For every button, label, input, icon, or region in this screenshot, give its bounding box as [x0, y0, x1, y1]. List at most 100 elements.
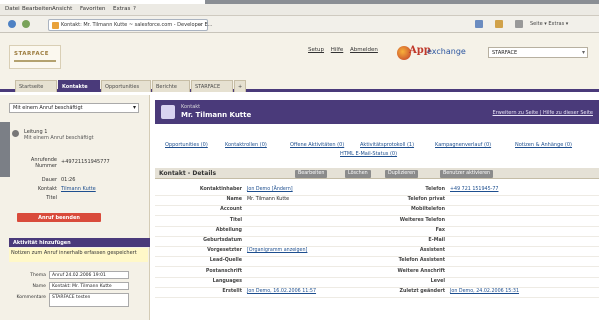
record-name: Mr. Tilmann Kutte — [181, 111, 252, 119]
tab-opportunities[interactable]: Opportunities — [101, 80, 151, 92]
add-activity-header: Aktivität hinzufügen — [9, 238, 150, 247]
feeds-icon[interactable] — [495, 20, 503, 28]
end-call-button[interactable]: Anruf beenden — [17, 213, 101, 222]
detail-label: Abteilung — [215, 227, 242, 233]
call-status-select[interactable]: Mit einem Anruf beschäftigt — [9, 103, 139, 113]
detail-label: Account — [220, 207, 242, 213]
screenshot-frame: Datei Bearbeiten Ansicht Favoriten Extra… — [0, 0, 599, 320]
row-divider — [155, 276, 599, 278]
related-link-notes[interactable]: Notizen & Anhänge (0) — [515, 142, 572, 148]
detail-label: Lead-Quelle — [209, 258, 242, 264]
logout-link[interactable]: Abmelden — [350, 47, 378, 53]
print-icon[interactable] — [515, 20, 523, 28]
detail-value[interactable]: Jon Demo, 16.02.2006 11:57 — [247, 289, 316, 294]
line-status: Leitung 1 Mit einem Anruf beschäftigt — [24, 129, 94, 141]
menu-view[interactable]: Ansicht — [52, 6, 72, 12]
tab-contacts[interactable]: Kontakte — [58, 80, 100, 92]
help-link[interactable]: Hilfe — [331, 47, 344, 53]
tab-home[interactable]: Startseite — [15, 80, 57, 92]
detail-title: Kontakt - Details — [159, 170, 217, 177]
delete-button[interactable]: Löschen — [345, 169, 371, 178]
row-divider — [155, 225, 599, 227]
related-link-activity-history[interactable]: Aktivitätsprotokoll (1) — [360, 142, 414, 148]
related-link-html-email[interactable]: HTML E-Mail-Status (0) — [340, 151, 397, 157]
top-links: Setup Hilfe Abmelden — [308, 47, 383, 53]
logo-text: STARFACE — [14, 51, 49, 57]
related-link-open-activities[interactable]: Offene Aktivitäten (0) — [290, 142, 344, 148]
detail-value[interactable]: Jon Demo, 24.02.2006 15:31 — [450, 289, 519, 294]
detail-label: Telefon privat — [407, 197, 445, 203]
app-selector[interactable]: STARFACE — [488, 47, 588, 58]
header-links: Erweitern zu Seite | Hilfe zu dieser Sei… — [493, 110, 593, 116]
page-help-links[interactable]: Erweitern zu Seite | Hilfe zu dieser Sei… — [493, 110, 593, 116]
add-activity-note: Notizen zum Anruf innerhalb erfassen ges… — [9, 248, 148, 262]
record-header: Kontakt Mr. Tilmann Kutte Erweitern zu S… — [155, 100, 599, 124]
comments-label: Kommentare — [16, 295, 46, 300]
close-tab-icon[interactable]: x — [199, 22, 202, 28]
detail-label: Geburtsdatum — [203, 238, 242, 243]
related-link-campaign-history[interactable]: Kampagnenverlauf (0) — [435, 142, 491, 148]
detail-label: Vorgesetzter — [207, 248, 242, 254]
browser-tab[interactable]: Kontakt: Mr. Tilmann Kutte ~ salesforce.… — [48, 19, 212, 31]
comments-textarea[interactable]: STARFACE testen — [49, 293, 129, 307]
detail-label: Weiteres Telefon — [399, 217, 445, 223]
menu-file[interactable]: Datei — [5, 6, 20, 12]
detail-value[interactable]: [Organigramm anzeigen] — [247, 248, 307, 253]
add-favorite-icon[interactable] — [22, 20, 30, 28]
related-link-contact-roles[interactable]: Kontaktrollen (0) — [225, 142, 267, 148]
detail-label: Telefon — [425, 187, 445, 192]
page-tools-menu[interactable]: Seite ▾ Extras ▾ — [530, 21, 568, 27]
enable-user-button[interactable]: Benutzer aktivieren — [440, 169, 494, 178]
background-strip-left — [0, 122, 10, 177]
tab-reports[interactable]: Berichte — [152, 80, 190, 92]
row-divider — [155, 256, 599, 258]
contact-label: Kontakt — [37, 186, 57, 192]
contact-link[interactable]: Tilmann Kutte — [61, 186, 96, 192]
subject-input[interactable]: Anruf 24.02.2006 19:01 — [49, 271, 129, 279]
detail-label: Zuletzt geändert — [399, 289, 445, 294]
browser-toolbar: Kontakt: Mr. Tilmann Kutte ~ salesforce.… — [0, 16, 599, 33]
setup-link[interactable]: Setup — [308, 47, 324, 53]
browser-tab-title: Kontakt: Mr. Tilmann Kutte ~ salesforce.… — [61, 22, 213, 28]
menu-help[interactable]: ? — [133, 6, 136, 12]
row-divider — [155, 266, 599, 268]
main-content: Kontakt Mr. Tilmann Kutte Erweitern zu S… — [150, 95, 599, 320]
detail-label: Weitere Anschrift — [397, 268, 445, 274]
detail-label: E-Mail — [428, 238, 445, 243]
detail-value: Mr. Tilmann Kutte — [247, 197, 290, 203]
favicon-icon — [52, 22, 59, 29]
detail-label: Titel — [229, 217, 242, 223]
detail-label: Erstellt — [222, 289, 242, 294]
name-select[interactable]: Kontakt: Mr. Tilmann Kutte — [49, 282, 129, 290]
tab-add[interactable]: + — [234, 80, 246, 92]
detail-value[interactable]: Jon Demo [Ändern] — [247, 187, 293, 192]
clone-button[interactable]: Duplizieren — [385, 169, 419, 178]
row-divider — [155, 235, 599, 237]
detail-label: Fax — [435, 227, 445, 233]
browser-menubar: Datei Bearbeiten Ansicht Favoriten Extra… — [0, 4, 599, 16]
menu-favorites[interactable]: Favoriten — [80, 6, 105, 12]
caller-number-value: +49721151945777 — [61, 159, 110, 165]
star-icon[interactable] — [8, 20, 16, 28]
related-link-opportunities[interactable]: Opportunities (0) — [165, 142, 208, 148]
phone-icon — [12, 130, 19, 137]
menu-edit[interactable]: Bearbeiten — [22, 6, 52, 12]
row-divider — [155, 297, 599, 298]
menu-tools[interactable]: Extras — [113, 6, 130, 12]
detail-label: Telefon Assistent — [398, 258, 445, 264]
edit-button[interactable]: Bearbeiten — [295, 169, 328, 178]
detail-label: Postanschrift — [205, 268, 242, 274]
duration-value: 01:26 — [61, 177, 76, 183]
row-divider — [155, 195, 599, 196]
sidebar: Mit einem Anruf beschäftigt Leitung 1 Mi… — [0, 95, 150, 320]
appexchange-logo[interactable]: App exchange — [397, 43, 485, 61]
detail-label: Mobiltelefon — [410, 207, 445, 213]
row-divider — [155, 246, 599, 247]
home-icon[interactable] — [475, 20, 483, 28]
tab-starface[interactable]: STARFACE — [191, 80, 233, 92]
contact-card-icon — [161, 105, 175, 119]
detail-value[interactable]: +49 721 151945-77 — [450, 187, 498, 192]
app-header: STARFACE Setup Hilfe Abmelden App exchan… — [0, 33, 599, 79]
record-type: Kontakt — [181, 104, 201, 110]
app-tabs: Startseite Kontakte Opportunities Berich… — [0, 79, 599, 92]
